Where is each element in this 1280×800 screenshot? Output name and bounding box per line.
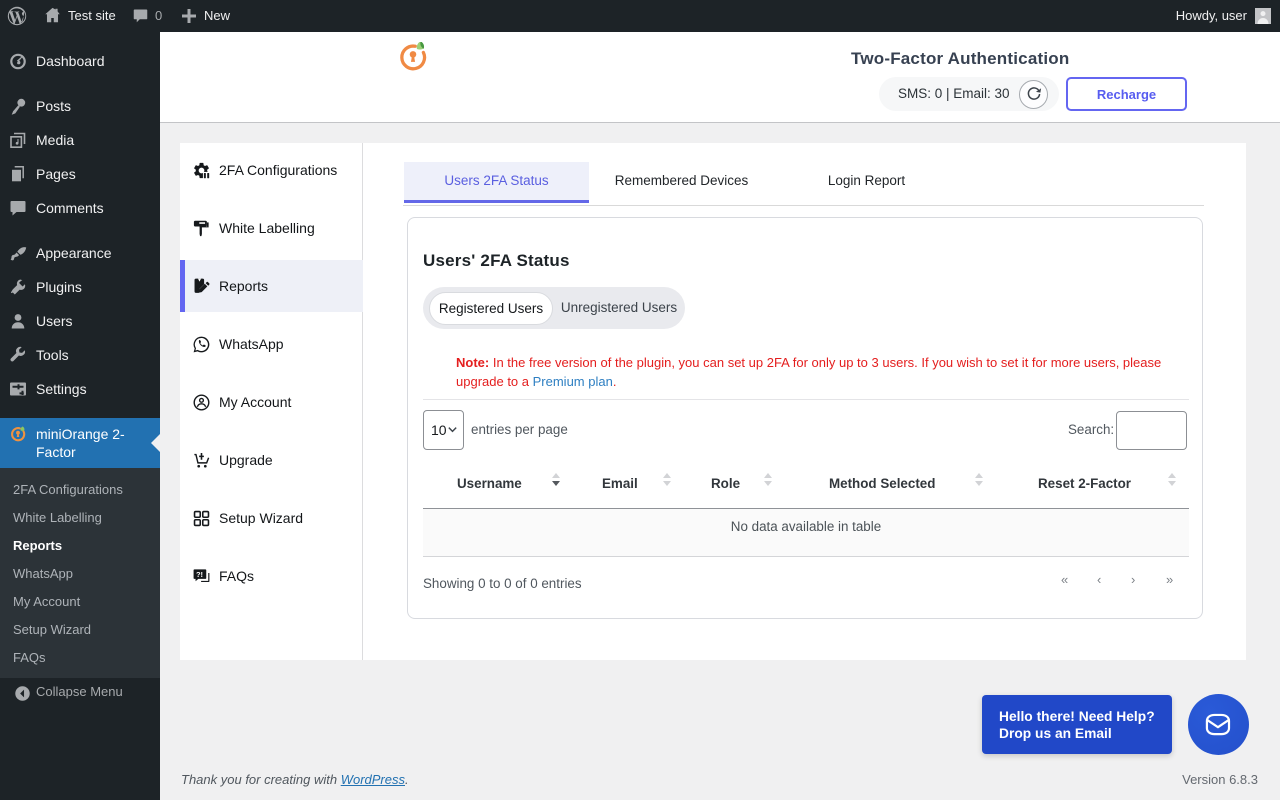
svg-text:?!: ?! bbox=[196, 570, 203, 579]
